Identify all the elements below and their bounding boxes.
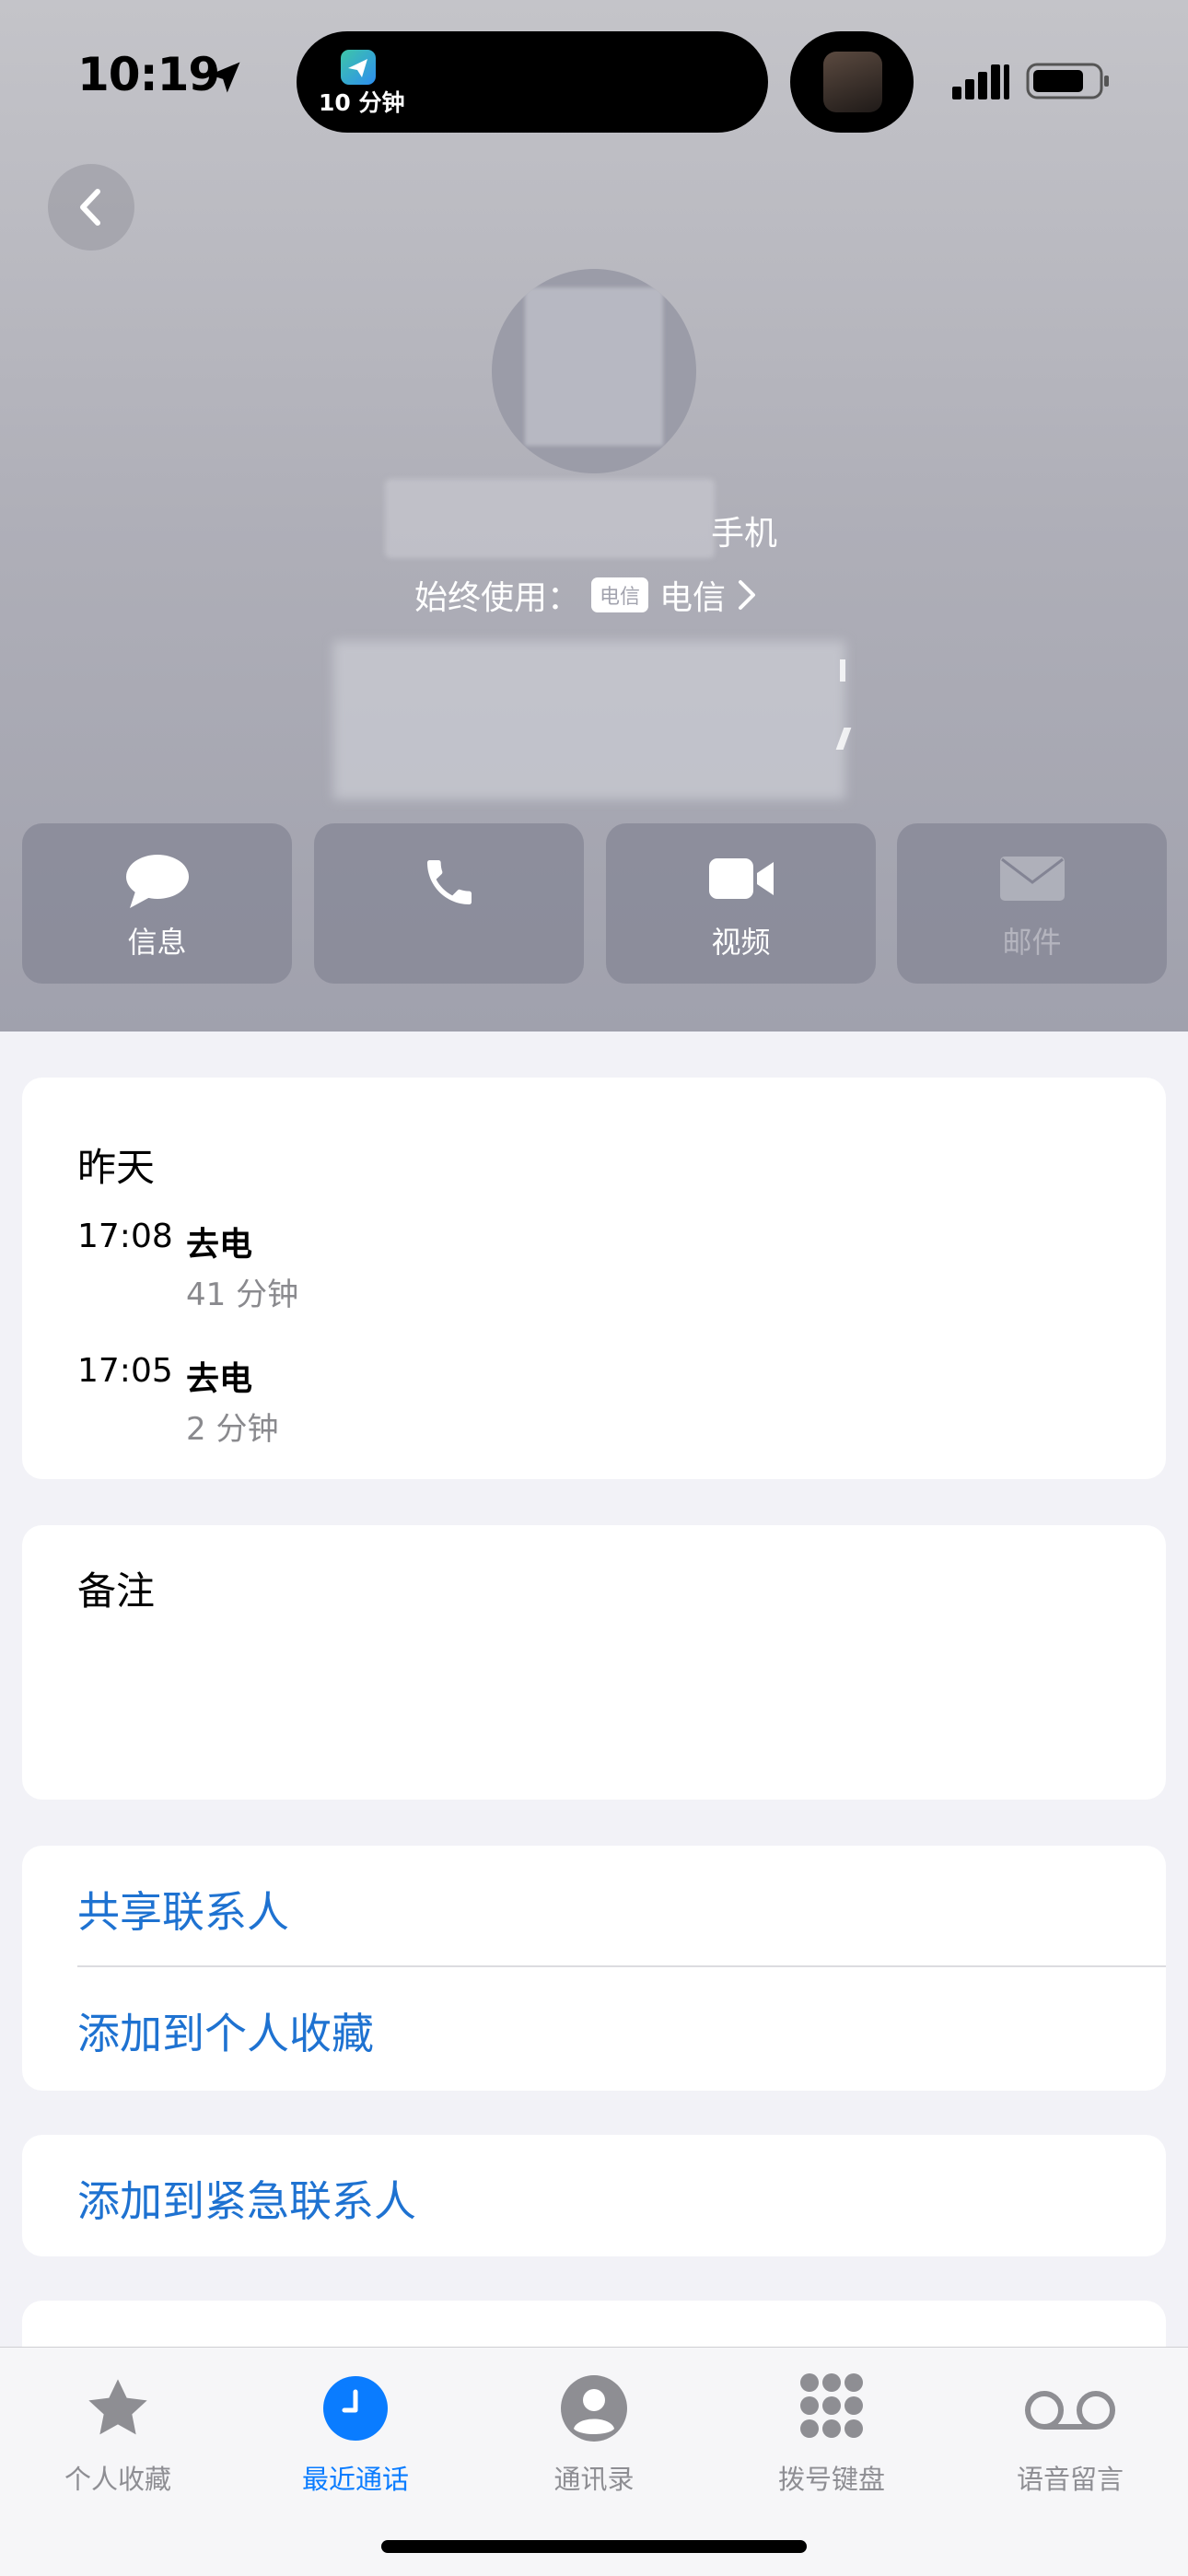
- keypad-icon: [800, 2373, 863, 2438]
- divider: [77, 1965, 1166, 1967]
- call-type: 去电: [186, 1226, 253, 1264]
- carrier-name: 电信: [659, 579, 727, 617]
- location-arrow-icon: [209, 62, 240, 93]
- star-icon: [88, 2379, 147, 2435]
- tab-contacts[interactable]: 通讯录: [502, 2372, 686, 2497]
- tab-voicemail[interactable]: 语音留言: [978, 2372, 1162, 2497]
- tab-favorites[interactable]: 个人收藏: [26, 2372, 210, 2497]
- add-to-favorites-button[interactable]: 添加到个人收藏: [77, 2000, 374, 2061]
- carrier-badge: 电信: [591, 577, 649, 612]
- phone-icon: [426, 860, 472, 904]
- default-line-selector[interactable]: 始终使用： 电信 电信: [414, 571, 757, 619]
- now-playing-pill[interactable]: [790, 31, 914, 133]
- contact-avatar[interactable]: [492, 269, 696, 473]
- tab-label: 拨号键盘: [777, 2464, 885, 2495]
- tab-label: 最近通话: [301, 2464, 409, 2495]
- number-label: 手机: [711, 515, 778, 553]
- avatar-redacted: [525, 287, 663, 446]
- tab-label: 通讯录: [553, 2464, 635, 2495]
- call-time: 17:05: [77, 1352, 173, 1390]
- battery-icon: [1026, 63, 1109, 99]
- action-label: 视频: [711, 925, 771, 960]
- person-icon: [561, 2375, 627, 2442]
- always-use-label: 始终使用：: [414, 579, 581, 617]
- media-thumbnail: [823, 52, 882, 112]
- tab-label: 语音留言: [1016, 2464, 1124, 2495]
- cellular-signal-icon: [952, 64, 1009, 99]
- tab-keypad[interactable]: 拨号键盘: [740, 2372, 924, 2497]
- app-icon: [341, 50, 376, 85]
- action-label: 信息: [127, 925, 187, 960]
- video-button[interactable]: 视频: [606, 823, 876, 984]
- call-time: 17:08: [77, 1218, 173, 1255]
- message-button[interactable]: 信息: [22, 823, 292, 984]
- emergency-card: 添加到紧急联系人: [22, 2135, 1166, 2256]
- redaction-artifact: [840, 659, 845, 682]
- call-duration: 41 分钟: [186, 1276, 299, 1313]
- video-icon: [708, 858, 774, 899]
- call-type: 去电: [186, 1360, 253, 1398]
- call-button[interactable]: [314, 823, 584, 984]
- call-date: 昨天: [77, 1145, 156, 1190]
- notes-card[interactable]: 备注: [22, 1525, 1166, 1800]
- dynamic-island[interactable]: 10 分钟: [297, 31, 768, 133]
- back-button[interactable]: [48, 164, 134, 251]
- share-contact-button[interactable]: 共享联系人: [77, 1879, 289, 1940]
- chevron-right-icon: [739, 580, 756, 610]
- call-duration: 2 分钟: [186, 1411, 279, 1448]
- clock-icon: [323, 2376, 388, 2441]
- status-time: 10:19: [77, 48, 220, 101]
- voicemail-icon: [1025, 2391, 1115, 2430]
- chevron-left-icon: [80, 189, 100, 226]
- contact-options-card: 共享联系人 添加到个人收藏: [22, 1846, 1166, 2091]
- island-timer: 10 分钟: [319, 89, 405, 116]
- tab-label: 个人收藏: [64, 2464, 171, 2495]
- redacted-name: [385, 479, 715, 558]
- mail-button[interactable]: 邮件: [897, 823, 1167, 984]
- recent-calls-card: 昨天 17:08 去电 41 分钟 17:05 去电 2 分钟: [22, 1078, 1166, 1479]
- notes-title: 备注: [77, 1568, 156, 1614]
- mail-icon: [999, 857, 1065, 901]
- message-icon: [125, 855, 189, 908]
- redacted-phone-number: [333, 641, 845, 799]
- tab-recents[interactable]: 最近通话: [263, 2372, 448, 2497]
- action-label: 邮件: [1002, 925, 1062, 960]
- home-indicator[interactable]: [381, 2540, 807, 2553]
- add-to-emergency-button[interactable]: 添加到紧急联系人: [77, 2168, 416, 2229]
